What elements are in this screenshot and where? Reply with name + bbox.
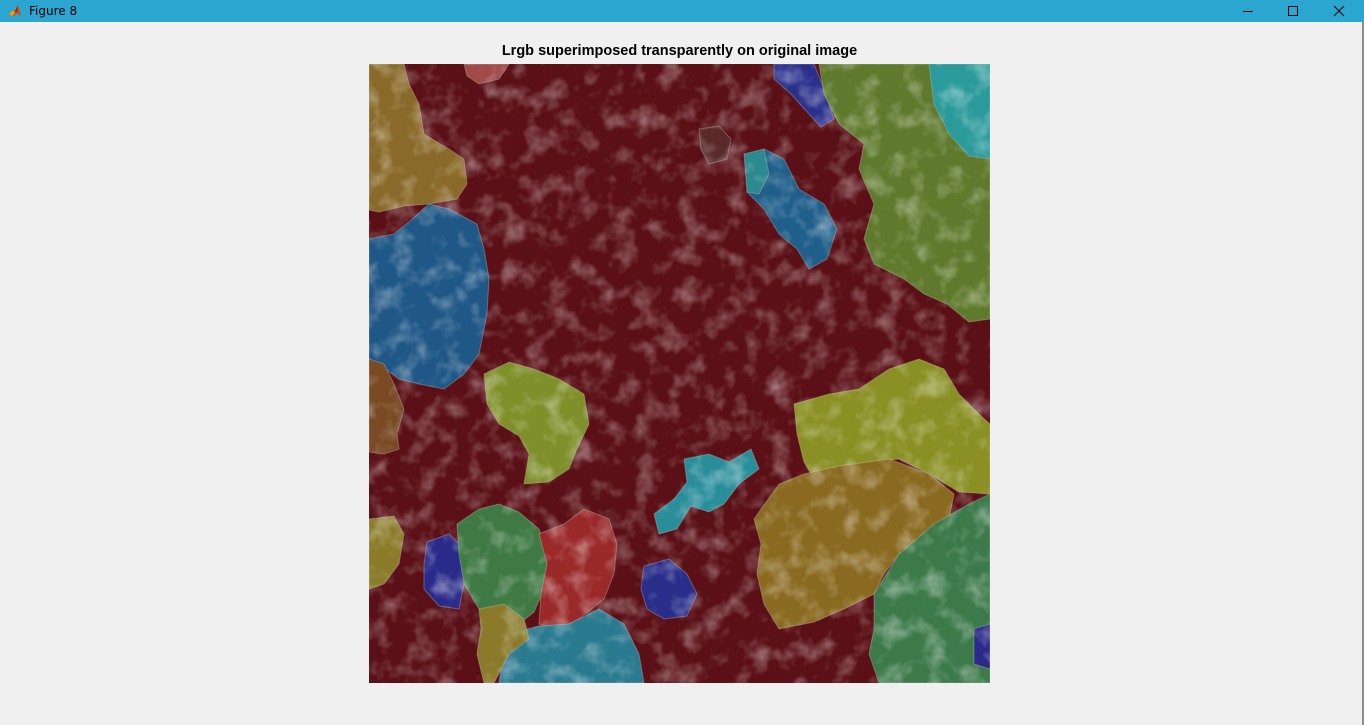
close-icon — [1333, 5, 1345, 17]
maximize-icon — [1288, 6, 1298, 16]
minimize-icon — [1243, 11, 1253, 12]
label-overlay-image — [369, 64, 990, 683]
title-bar: Figure 8 — [0, 0, 1364, 22]
figure-title: Lrgb superimposed transparently on origi… — [501, 43, 858, 59]
matlab-icon — [8, 4, 22, 18]
close-button[interactable] — [1316, 0, 1362, 22]
minimize-button[interactable] — [1225, 0, 1271, 22]
window-title: Figure 8 — [29, 4, 78, 18]
maximize-button[interactable] — [1270, 0, 1316, 22]
image-axes[interactable] — [369, 64, 990, 683]
